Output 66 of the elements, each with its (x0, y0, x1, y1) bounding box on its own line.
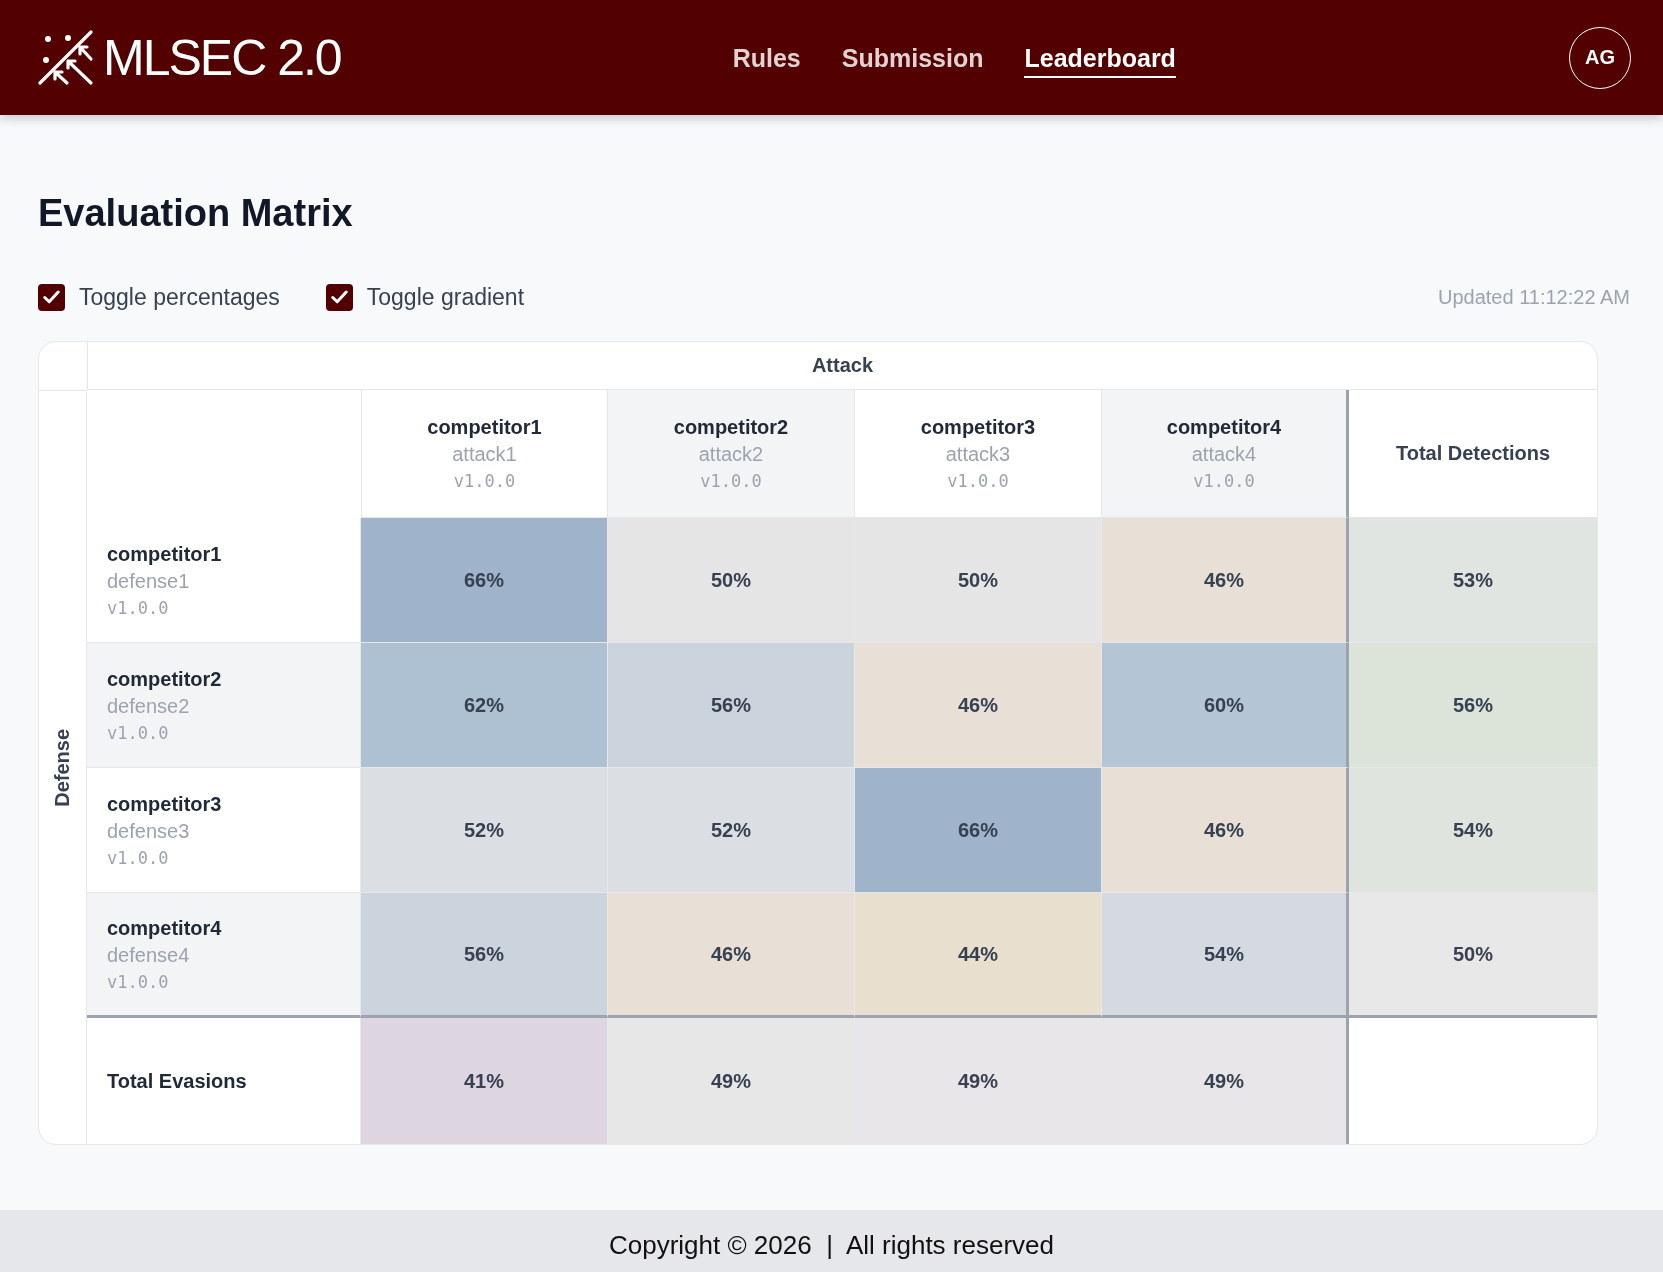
check-icon (43, 290, 60, 304)
competitor-name: competitor2 (673, 415, 789, 440)
total-cell: 49% (1102, 1018, 1349, 1144)
competitor-name: competitor4 (107, 915, 222, 941)
version-label: v1.0.0 (453, 470, 516, 493)
checkbox-label[interactable]: Toggle gradient (366, 283, 525, 311)
axis-label: Attack (811, 354, 874, 377)
version-label: v1.0.0 (1193, 470, 1255, 493)
submission-name: defense3 (107, 818, 190, 844)
total-cell: 49% (608, 1018, 855, 1144)
checkbox[interactable] (38, 283, 65, 311)
matrix-cell: 46% (608, 893, 855, 1018)
version-label: v1.0.0 (107, 596, 169, 620)
submission-name: attack1 (452, 442, 517, 467)
submission-name: attack4 (1191, 442, 1257, 467)
matrix-cell: 66% (361, 518, 608, 643)
matrix-cell: 60% (1102, 643, 1349, 768)
row-title: Total Evasions (107, 1069, 247, 1094)
submission-name: defense2 (107, 693, 190, 719)
total-cell: 41% (361, 1018, 608, 1144)
submission-name: defense1 (107, 568, 190, 594)
competitor-name: competitor1 (107, 541, 222, 567)
matrix-cell: 62% (361, 643, 608, 768)
matrix-cell: 46% (855, 643, 1102, 768)
total-cell: 49% (855, 1018, 1102, 1144)
competitor-name: competitor2 (107, 666, 222, 692)
column-title: Total Detections (1395, 442, 1551, 465)
check-icon (330, 290, 348, 304)
submission-name: attack3 (945, 442, 1011, 467)
total-cell: 50% (1349, 893, 1597, 1018)
matrix-cell: 44% (855, 893, 1102, 1018)
submission-name: attack2 (698, 442, 764, 467)
matrix-cell: 56% (361, 893, 608, 1018)
matrix-cell: 52% (361, 768, 608, 893)
copyright-text: Copyright © 2026 | All rights reserved (609, 1229, 1054, 1261)
competitor-name: competitor3 (107, 791, 222, 817)
matrix-cell: 54% (1102, 893, 1349, 1018)
matrix-cell: 52% (608, 768, 855, 893)
version-label: v1.0.0 (107, 970, 169, 994)
version-label: v1.0.0 (947, 470, 1009, 493)
axis-label: Defense (51, 728, 74, 807)
matrix-cell: 66% (855, 768, 1102, 893)
total-cell: 53% (1349, 518, 1597, 643)
matrix-cell: 50% (855, 518, 1102, 643)
page-title: Evaluation Matrix (38, 191, 353, 236)
version-label: v1.0.0 (107, 721, 169, 745)
matrix-cell: 46% (1102, 518, 1349, 643)
matrix-cell: 56% (608, 643, 855, 768)
total-cell: 56% (1349, 643, 1597, 768)
competitor-name: competitor4 (1166, 415, 1282, 440)
logo-icon (38, 29, 94, 86)
nav-link[interactable]: Submission (841, 43, 984, 78)
updated-time: Updated 11:12:22 AM (1438, 285, 1630, 309)
submission-name: defense4 (107, 942, 190, 968)
checkbox-label[interactable]: Toggle percentages (79, 283, 280, 311)
total-cell: 54% (1349, 768, 1597, 893)
checkbox[interactable] (325, 283, 353, 311)
matrix-cell: 50% (608, 518, 855, 643)
competitor-name: competitor1 (427, 415, 542, 440)
nav-link[interactable]: Rules (732, 43, 801, 78)
nav-link[interactable]: Leaderboard (1024, 43, 1176, 78)
competitor-name: competitor3 (920, 415, 1036, 440)
logo-text: MLSEC 2.0 (103, 32, 341, 83)
matrix-cell: 46% (1102, 768, 1349, 893)
version-label: v1.0.0 (700, 470, 762, 493)
version-label: v1.0.0 (107, 846, 169, 870)
